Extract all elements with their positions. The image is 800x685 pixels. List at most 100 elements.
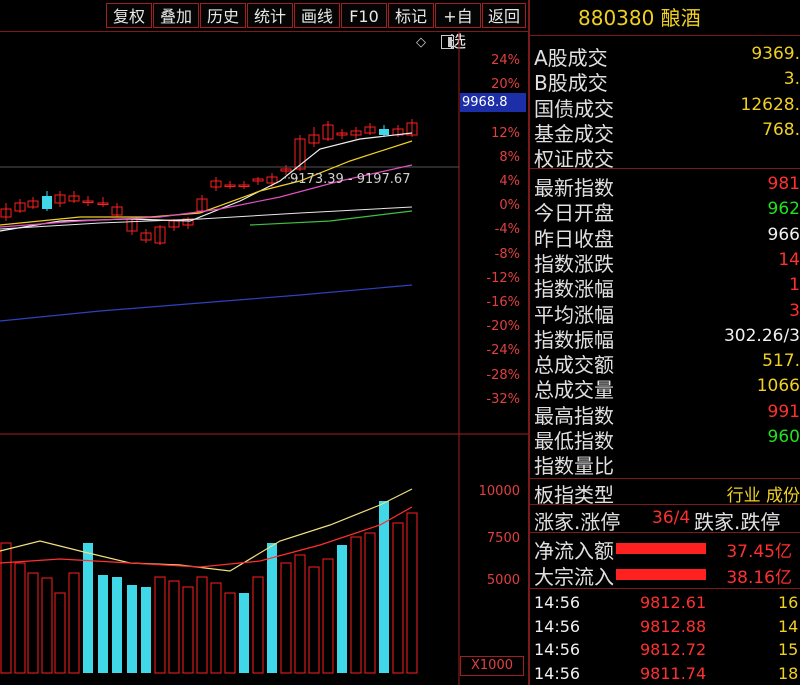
percent-tick: 24% xyxy=(491,53,520,68)
volume-bar xyxy=(112,577,122,673)
volume-tick: 5000 xyxy=(486,573,520,588)
toolbar-button-0[interactable]: 复权 xyxy=(106,3,152,28)
toolbar-button-4[interactable]: 画线 xyxy=(294,3,340,28)
volume-bar xyxy=(364,532,376,674)
percent-tick: -28% xyxy=(486,367,520,383)
toolbar-button-3[interactable]: 统计 xyxy=(247,3,293,28)
row-value: 768. xyxy=(762,119,800,140)
index-row: 最高指数 991 xyxy=(534,400,800,428)
info-panel: 880380 酿酒 A股成交 9369. B股成交 3. 国债成交 12628. 基金成交 7… xyxy=(528,0,800,685)
volume-bar xyxy=(68,572,80,674)
kline-chart[interactable] xyxy=(0,31,528,685)
toolbar-button-1[interactable]: 叠加 xyxy=(153,3,199,28)
tick-volume: 15 xyxy=(778,640,799,659)
percent-tick: 12% xyxy=(491,125,520,141)
index-row: 总成交额 517. xyxy=(534,349,800,377)
volume-tick: 7500 xyxy=(486,531,520,546)
tick-time: 14:56 xyxy=(534,663,581,683)
tick-volume: 16 xyxy=(778,593,799,612)
flow-row: 净流入额 37.45亿 xyxy=(534,535,800,563)
row-value: 12628. xyxy=(740,94,800,115)
tick-volume: 18 xyxy=(778,663,799,683)
volume-bar xyxy=(127,585,137,673)
row-value: 3. xyxy=(783,69,800,90)
index-row: 昨日收盘 966 xyxy=(534,223,800,251)
volume-bar xyxy=(322,558,334,674)
volume-bar xyxy=(280,562,292,674)
row-label: 指数量比 xyxy=(534,454,614,479)
toolbar: 复权 叠加 历史 统计 画线 F10 标记 +自选 返回 xyxy=(0,0,528,51)
row-value: 1 xyxy=(789,275,800,296)
toolbar-button-7[interactable]: +自选 xyxy=(435,3,481,51)
index-row: 今日开盘 962 xyxy=(534,197,800,225)
volume-bar xyxy=(379,501,389,673)
index-row: 指数量比 xyxy=(534,450,800,478)
stat-row: 国债成交 12628. xyxy=(534,93,800,121)
panel-toggle-icon[interactable] xyxy=(441,35,454,49)
row-value: 3 xyxy=(789,300,800,321)
row-value: 1066 xyxy=(756,376,800,397)
row-label: 大宗流入 xyxy=(534,565,614,589)
percent-tick: 20% xyxy=(491,77,520,93)
tick-time: 14:56 xyxy=(534,616,581,636)
percent-tick: 4% xyxy=(499,174,520,189)
volume-bar xyxy=(267,543,277,673)
tick-price: 9811.74 xyxy=(640,663,707,683)
index-row: 最低指数 960 xyxy=(534,425,800,453)
row-value: 981 xyxy=(767,174,800,194)
toolbar-button-5[interactable]: F10 xyxy=(341,3,387,28)
row-label: 涨家.涨停 xyxy=(534,510,621,534)
volume-bar xyxy=(196,576,208,674)
tick-time: 14:56 xyxy=(534,593,581,612)
stat-row: A股成交 9369. xyxy=(534,42,800,70)
volume-bar xyxy=(41,577,53,674)
diamond-icon[interactable]: ◇ xyxy=(416,35,428,50)
row-value: 302.26/3 xyxy=(723,325,800,346)
volume-bar xyxy=(54,592,66,674)
panel-title: 880380 酿酒 xyxy=(530,0,800,36)
tick-row: 14:56 9812.72 15 xyxy=(534,640,800,661)
volume-bar xyxy=(392,522,404,674)
volume-bar xyxy=(182,586,194,674)
row-value: 37.45亿 xyxy=(726,542,792,562)
stat-row: 基金成交 768. xyxy=(534,118,800,146)
row-value: 36/4 xyxy=(652,508,691,528)
flow-bar xyxy=(616,569,706,580)
index-row: 最新指数 981 xyxy=(534,172,800,200)
row-label-2: 跌家.跌停 xyxy=(694,510,781,534)
volume-bar xyxy=(337,545,347,673)
row-label: 净流入额 xyxy=(534,539,614,563)
stat-row: B股成交 3. xyxy=(534,67,800,95)
volume-unit-button[interactable]: X1000 xyxy=(460,656,524,676)
tick-volume: 14 xyxy=(778,616,799,636)
flow-bar xyxy=(616,543,706,554)
tick-row: 14:56 9812.61 16 xyxy=(534,593,800,614)
toolbar-button-2[interactable]: 历史 xyxy=(200,3,246,28)
current-price-tag: 9968.8 xyxy=(460,93,526,112)
candle xyxy=(42,196,52,209)
index-row: 指数涨幅 1 xyxy=(534,273,800,301)
row-value: 38.16亿 xyxy=(726,568,792,588)
row-value: 960 xyxy=(767,427,800,447)
volume-bar xyxy=(224,592,236,674)
toolbar-button-6[interactable]: 标记 xyxy=(388,3,434,28)
tick-row: 14:56 9811.74 18 xyxy=(534,664,800,685)
tick-row: 14:56 9812.88 14 xyxy=(534,617,800,638)
toolbar-button-8[interactable]: 返回 xyxy=(482,3,526,28)
volume-tick: 10000 xyxy=(478,484,520,499)
tick-price: 9812.88 xyxy=(640,616,707,636)
row-value: 517. xyxy=(762,351,800,372)
volume-bar xyxy=(406,512,418,674)
ma-line-green xyxy=(249,210,413,226)
index-row: 指数振幅 302.26/3 xyxy=(534,324,800,352)
percent-tick: -24% xyxy=(486,343,520,359)
tick-price: 9812.61 xyxy=(640,593,707,612)
volume-bar xyxy=(294,554,306,674)
limit-row: 涨家.涨停 36/4 跌家.跌停 xyxy=(534,506,800,534)
index-row: 指数涨跌 14 xyxy=(534,248,800,276)
volume-ma-red xyxy=(0,506,413,568)
panel-divider xyxy=(530,532,800,533)
volume-bar xyxy=(252,576,264,674)
volume-bar xyxy=(14,562,26,674)
percent-tick: -20% xyxy=(486,319,520,335)
